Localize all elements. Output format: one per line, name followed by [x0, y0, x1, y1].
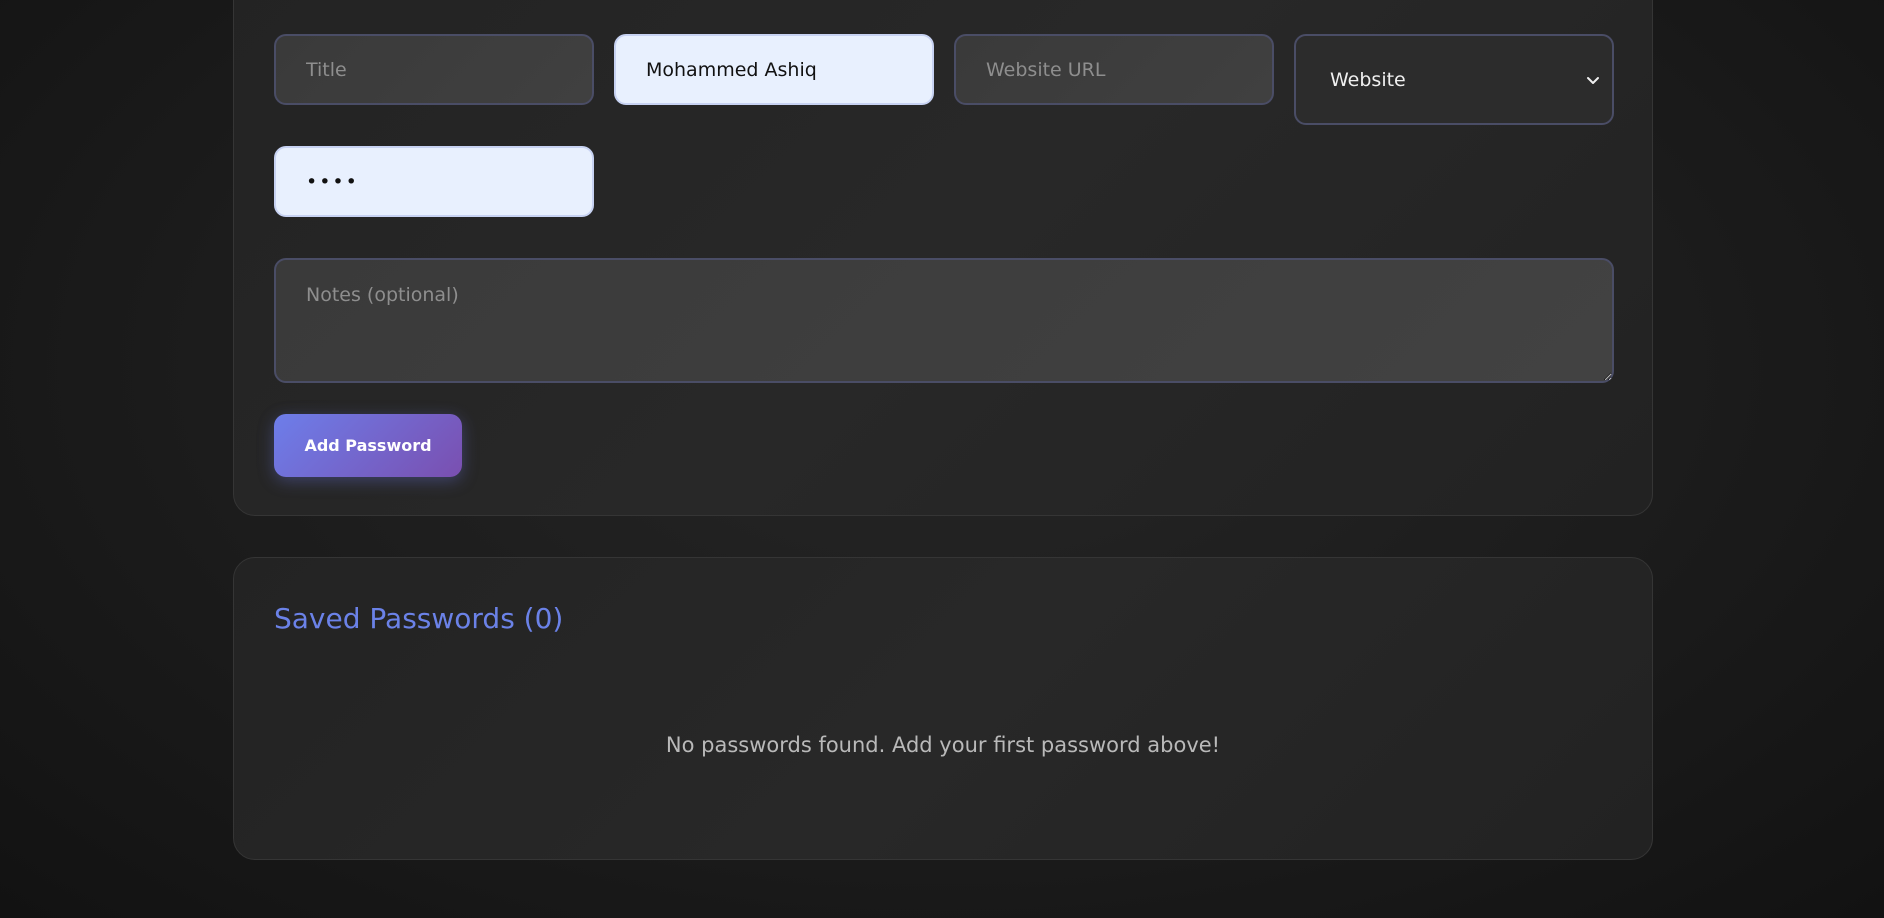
username-input[interactable] [614, 34, 934, 105]
notes-textarea[interactable] [274, 258, 1614, 383]
add-password-button[interactable]: Add Password [274, 414, 462, 477]
empty-state-message: No passwords found. Add your first passw… [665, 733, 1221, 757]
chevron-down-icon [1587, 76, 1599, 84]
category-selected-value: Website [1330, 68, 1406, 91]
saved-passwords-title: Saved Passwords (0) [274, 602, 564, 635]
add-password-form: Website Add Password [233, 0, 1653, 516]
saved-passwords-panel: Saved Passwords (0) No passwords found. … [233, 557, 1653, 860]
website-url-input[interactable] [954, 34, 1274, 105]
title-input[interactable] [274, 34, 594, 105]
password-input[interactable] [274, 146, 594, 217]
category-select[interactable]: Website [1294, 34, 1614, 125]
